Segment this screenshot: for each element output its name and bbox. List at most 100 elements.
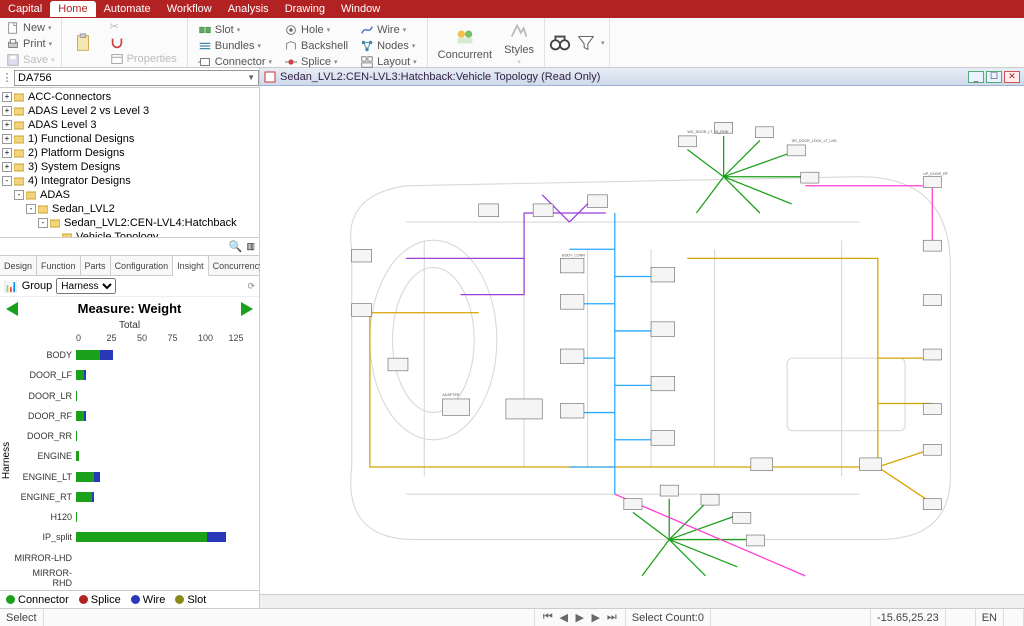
close-button[interactable]: ✕ [1004,71,1020,83]
chart-next-button[interactable] [241,302,253,316]
tree-row[interactable]: - 4) Integrator Designs [0,174,259,188]
tree-label[interactable]: 1) Functional Designs [26,133,136,145]
panel-tab-configuration[interactable]: Configuration [111,256,174,275]
search-icon[interactable]: 🔍 [229,240,243,253]
tree-label[interactable]: Sedan_LVL2 [50,203,117,215]
slot-button[interactable]: Slot▾ [196,22,274,38]
tree-toggle[interactable]: + [2,120,12,130]
panel-tab-parts[interactable]: Parts [81,256,111,275]
styles-button[interactable]: Styles▾ [498,20,540,65]
last-icon[interactable]: ⏭ [605,611,619,624]
wire-button[interactable]: Wire▾ [358,22,419,38]
bundles-button[interactable]: Bundles▾ [196,38,274,54]
prev-icon[interactable]: ◀ [557,611,571,624]
tree-row[interactable]: - Sedan_LVL2 [0,202,259,216]
properties-button[interactable]: Properties [108,51,179,67]
cut-button[interactable]: ✂ [108,19,179,35]
concurrent-icon [454,25,476,47]
first-icon[interactable]: ⏮ [541,611,555,624]
folder-icon [14,92,24,102]
diagram-canvas[interactable]: WG_DOOR_LT_24_RHD DR_DOOR_LOCK_LT_LHD BO… [260,86,1024,594]
chart-row[interactable]: ENGINE_LT [14,468,259,486]
tree-row[interactable]: - ADAS [0,188,259,202]
project-tree[interactable]: +ACC-Connectors+ADAS Level 2 vs Level 3+… [0,88,259,238]
maximize-button[interactable]: ☐ [986,71,1002,83]
tree-toggle[interactable]: + [2,162,12,172]
tree-toggle[interactable]: - [38,218,48,228]
tree-options-icon[interactable]: ▥ [246,241,255,252]
tree-label[interactable]: ADAS Level 3 [26,119,98,131]
tree-row[interactable]: + ADAS Level 2 vs Level 3 [0,104,259,118]
chart-row[interactable]: H120 [14,508,259,526]
tree-label[interactable]: Sedan_LVL2:CEN-LVL4:Hatchback [62,217,239,229]
tree-toggle[interactable]: + [2,134,12,144]
panel-tab-design[interactable]: Design [0,256,37,275]
tree-toggle[interactable]: + [2,148,12,158]
chart-row[interactable]: ENGINE_RT [14,488,259,506]
chart-row[interactable]: DOOR_RF [14,407,259,425]
menu-tab-home[interactable]: Home [50,1,95,17]
folder-icon [14,162,24,172]
paste-button[interactable] [66,30,100,56]
print-button[interactable]: Print▾ [4,36,57,52]
tree-row[interactable]: Vehicle Topology [0,230,259,238]
concurrent-button[interactable]: Concurrent [432,20,498,65]
nodes-button[interactable]: Nodes▾ [358,38,419,54]
tree-row[interactable]: + ADAS Level 3 [0,118,259,132]
insight-refresh-icon[interactable]: ⟳ [247,281,255,292]
tree-toggle[interactable]: + [2,92,12,102]
folder-icon [14,134,24,144]
group-select[interactable]: Harness [56,278,116,294]
tree-row[interactable]: + ACC-Connectors [0,90,259,104]
tree-row[interactable]: +2) Platform Designs [0,146,259,160]
chart-row[interactable]: MIRROR-LHD [14,549,259,567]
menu-tab-analysis[interactable]: Analysis [220,1,277,17]
tree-toggle[interactable]: - [14,190,24,200]
chart-prev-button[interactable] [6,302,18,316]
chart-row[interactable]: DOOR_LR [14,387,259,405]
canvas-pane: Sedan_LVL2:CEN-LVL3:Hatchback:Vehicle To… [260,68,1024,608]
project-combo[interactable]: DA756 ▼ [14,70,259,86]
tree-label[interactable]: Vehicle Topology [74,231,160,238]
save-button[interactable]: Save▾ [4,52,57,68]
chart-row[interactable]: MIRROR-RHD [14,569,259,587]
menu-tab-workflow[interactable]: Workflow [159,1,220,17]
tree-label[interactable]: 3) System Designs [26,161,122,173]
filter-icon[interactable] [575,32,597,54]
next-icon[interactable]: ▶ [589,611,603,624]
tree-label[interactable]: ACC-Connectors [26,91,113,103]
canvas-scrollbar[interactable] [260,594,1024,608]
tree-row[interactable]: +1) Functional Designs [0,132,259,146]
tree-row[interactable]: - Sedan_LVL2:CEN-LVL4:Hatchback [0,216,259,230]
tree-toggle[interactable]: - [2,176,12,186]
chart-row[interactable]: ENGINE [14,447,259,465]
chart-row[interactable]: IP_split [14,528,259,546]
tree-label[interactable]: 2) Platform Designs [26,147,127,159]
tree-row[interactable]: +3) System Designs [0,160,259,174]
project-handle-icon[interactable]: ⋮ [0,71,14,84]
tree-label[interactable]: ADAS [38,189,72,201]
chart-row[interactable]: DOOR_LF [14,366,259,384]
play-icon[interactable]: ▶ [573,611,587,624]
panel-tab-insight[interactable]: Insight [173,256,209,276]
tree-toggle[interactable]: + [2,106,12,116]
menu-tab-drawing[interactable]: Drawing [277,1,333,17]
new-button[interactable]: New▾ [4,20,57,36]
minimize-button[interactable]: _ [968,71,984,83]
tree-label[interactable]: 4) Integrator Designs [26,175,133,187]
tree-label[interactable]: ADAS Level 2 vs Level 3 [26,105,151,117]
tree-toggle[interactable]: - [26,204,36,214]
project-selector: ⋮ DA756 ▼ [0,68,259,88]
panel-tab-function[interactable]: Function [37,256,81,275]
chart-row[interactable]: BODY [14,346,259,364]
backshell-button[interactable]: Backshell [282,38,350,54]
magnet-button[interactable] [108,35,179,51]
hole-button[interactable]: Hole▾ [282,22,350,38]
menu-tab-automate[interactable]: Automate [96,1,159,17]
menu-tab-window[interactable]: Window [333,1,388,17]
playback-controls[interactable]: ⏮ ◀ ▶ ▶ ⏭ [535,609,626,626]
ribbon: New▾ Print▾ Save▾ ✂ Properties Slot▾ Bun… [0,18,1024,68]
binoculars-icon[interactable] [549,32,571,54]
folder-icon [14,120,24,130]
chart-row[interactable]: DOOR_RR [14,427,259,445]
